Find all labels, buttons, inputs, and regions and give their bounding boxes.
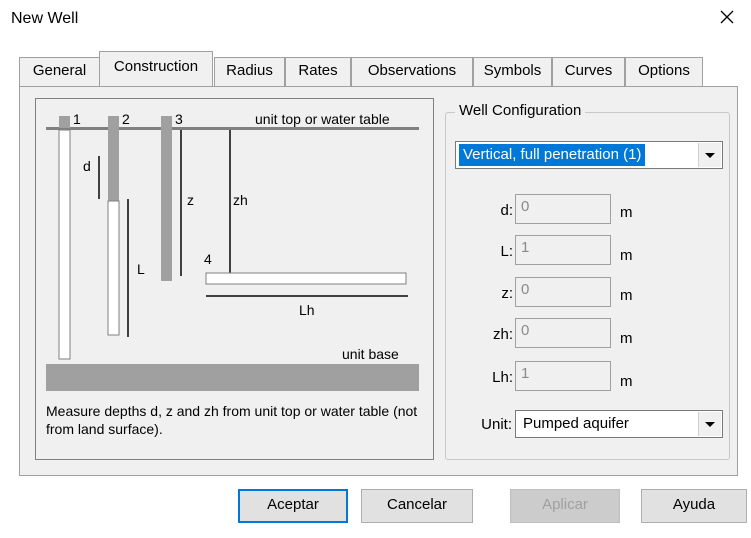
chevron-down-icon[interactable] [698, 412, 721, 436]
Lh-label: Lh: [492, 369, 513, 386]
d-unit: m [620, 204, 633, 221]
tab-observations[interactable]: Observations [351, 57, 473, 86]
L-field[interactable]: 1 [515, 235, 611, 265]
accept-button[interactable]: Aceptar [238, 489, 348, 523]
unit-select[interactable]: Pumped aquifer [515, 410, 723, 438]
apply-button[interactable]: Aplicar [510, 489, 620, 523]
tab-curves[interactable]: Curves [552, 57, 625, 86]
configuration-select[interactable]: Vertical, full penetration (1) [455, 141, 723, 169]
tab-construction[interactable]: Construction [99, 51, 213, 86]
Lh-value: 1 [521, 365, 530, 382]
tab-rates[interactable]: Rates [285, 57, 351, 86]
well-number-2: 2 [122, 111, 130, 127]
unit-top-label: unit top or water table [255, 111, 390, 127]
z-label: z: [501, 285, 513, 302]
zh-unit: m [620, 330, 633, 347]
tab-options[interactable]: Options [625, 57, 703, 86]
d-label: d: [500, 202, 513, 219]
tab-symbols[interactable]: Symbols [473, 57, 552, 86]
zh-label: zh: [492, 326, 513, 343]
label-L: L [137, 261, 145, 277]
label-zh: zh [233, 192, 248, 208]
well-number-4: 4 [204, 251, 212, 267]
well-number-1: 1 [73, 111, 81, 127]
label-d: d [83, 158, 91, 174]
configuration-value: Vertical, full penetration (1) [459, 144, 646, 166]
help-button[interactable]: Ayuda [641, 489, 747, 523]
well-diagram: 1 2 3 4 unit top or water table d L z zh… [35, 98, 434, 460]
d-field[interactable]: 0 [515, 194, 611, 224]
unit-base-label: unit base [342, 346, 399, 362]
depth-note: Measure depths d, z and zh from unit top… [46, 403, 418, 437]
z-field[interactable]: 0 [515, 277, 611, 307]
unit-select-label: Unit: [481, 416, 512, 433]
label-z: z [187, 192, 194, 208]
Lh-field[interactable]: 1 [515, 361, 611, 391]
tab-radius[interactable]: Radius [214, 57, 285, 86]
z-unit: m [620, 287, 633, 304]
L-unit: m [620, 247, 633, 264]
label-Lh: Lh [299, 302, 315, 318]
Lh-unit: m [620, 373, 633, 390]
cancel-button[interactable]: Cancelar [361, 489, 473, 523]
zh-field[interactable]: 0 [515, 318, 611, 348]
well-number-3: 3 [175, 111, 183, 127]
unit-select-value: Pumped aquifer [523, 415, 629, 432]
L-label: L: [500, 243, 513, 260]
window-title: New Well [11, 10, 79, 27]
chevron-down-icon[interactable] [698, 143, 721, 167]
close-icon[interactable] [716, 6, 738, 28]
tab-general[interactable]: General [19, 57, 100, 86]
L-value: 1 [521, 239, 530, 256]
zh-value: 0 [521, 322, 530, 339]
z-value: 0 [521, 281, 530, 298]
d-value: 0 [521, 198, 530, 215]
well-configuration-title: Well Configuration [455, 102, 586, 119]
